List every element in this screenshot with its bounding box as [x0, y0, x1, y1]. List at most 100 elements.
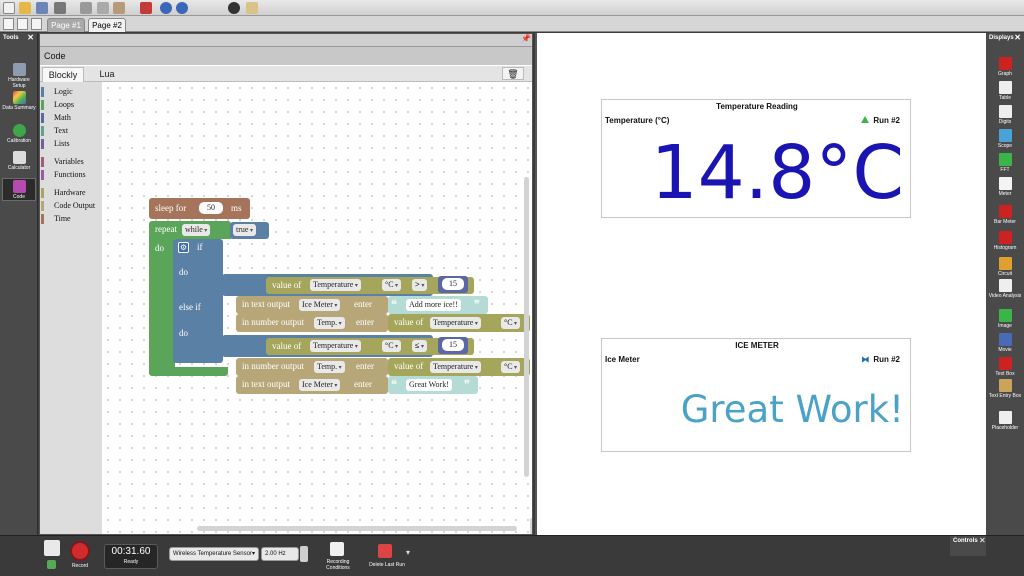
string-field[interactable]: Great Work!	[406, 379, 452, 391]
redo-icon[interactable]	[176, 2, 188, 14]
output-dropdown[interactable]: Ice Meter	[299, 379, 341, 391]
display-type-movie[interactable]: Movie	[987, 333, 1023, 353]
gear-icon[interactable]: ⚙	[178, 242, 189, 253]
repeat-while-block[interactable]: repeat while	[149, 221, 231, 239]
category-lists[interactable]: Lists	[40, 138, 102, 150]
tab-page-2[interactable]: Page #2	[88, 18, 126, 32]
threshold-field[interactable]: 15	[442, 278, 464, 290]
category-functions[interactable]: Functions	[40, 169, 102, 181]
new-file-icon[interactable]	[3, 2, 15, 14]
display-type-graph[interactable]: Graph	[987, 57, 1023, 77]
string-block[interactable]: ❝ Great Work! ❞	[388, 376, 478, 394]
sleep-block[interactable]: sleep for 50 ms	[149, 198, 250, 219]
display-type-digits[interactable]: Digits	[987, 105, 1023, 125]
live-data-icon[interactable]	[44, 540, 60, 556]
horizontal-scrollbar[interactable]	[197, 526, 517, 531]
sensor-select[interactable]: Wireless Temperature Sensor ▾	[169, 547, 259, 561]
trash-icon[interactable]: 🗑	[502, 67, 524, 80]
close-icon[interactable]: ✕	[979, 536, 986, 545]
display-type-scope[interactable]: Scope	[987, 129, 1023, 149]
sensor-dropdown[interactable]: Temperature	[310, 340, 361, 352]
number-output-block[interactable]: in number output Temp. enter	[236, 358, 388, 376]
tool-code[interactable]: Code	[2, 178, 36, 201]
number-block[interactable]: 15	[438, 276, 468, 293]
temperature-digits-display[interactable]: Temperature Reading Temperature (°C) Run…	[601, 99, 911, 218]
category-logic[interactable]: Logic	[40, 86, 102, 98]
blockly-workspace[interactable]: sleep for 50 ms repeat while do true ⚙ i…	[102, 82, 532, 534]
rate-stepper[interactable]	[300, 546, 308, 562]
display-type-meter[interactable]: Meter	[987, 177, 1023, 197]
display-type-bar-meter[interactable]: Bar Meter	[987, 205, 1023, 225]
display-type-text-box[interactable]: Text Box	[987, 357, 1023, 377]
number-output-block[interactable]: in number output Temp. enter	[236, 314, 388, 332]
delete-run-icon[interactable]	[378, 544, 392, 558]
undo-icon[interactable]	[160, 2, 172, 14]
sleep-value-field[interactable]: 50	[199, 202, 223, 214]
display-type-circuit[interactable]: Circuit	[987, 257, 1023, 277]
string-field[interactable]: Add more ice!!	[406, 299, 461, 311]
boolean-dropdown[interactable]: true	[233, 224, 256, 236]
unit-dropdown[interactable]: °C	[501, 361, 521, 373]
recording-conditions-icon[interactable]	[330, 542, 344, 556]
unit-dropdown[interactable]: °C	[382, 279, 402, 291]
category-time[interactable]: Time	[40, 213, 102, 225]
save-icon[interactable]	[36, 2, 48, 14]
number-block[interactable]: 15	[438, 337, 468, 354]
close-icon[interactable]: ✕	[1014, 33, 1021, 42]
display-type-image[interactable]: Image	[987, 309, 1023, 329]
if-else-block[interactable]: ⚙ if do else if do	[173, 239, 223, 363]
sensor-status-icon[interactable]	[47, 560, 56, 569]
display-type-fft[interactable]: FFT	[987, 153, 1023, 173]
category-text[interactable]: Text	[40, 125, 102, 137]
text-output-block[interactable]: in text output Ice Meter enter	[236, 296, 388, 314]
open-folder-icon[interactable]	[19, 2, 31, 14]
tab-page-1[interactable]: Page #1	[47, 18, 85, 32]
threshold-field[interactable]: 15	[442, 339, 464, 351]
output-dropdown[interactable]: Temp.	[314, 361, 345, 373]
tab-lua[interactable]: Lua	[90, 67, 124, 82]
sample-rate-select[interactable]: 2.00 Hz	[261, 547, 299, 561]
display-type-table[interactable]: Table	[987, 81, 1023, 101]
close-icon[interactable]: ✕	[27, 33, 34, 42]
sensor-dropdown[interactable]: Temperature	[430, 317, 481, 329]
output-dropdown[interactable]: Ice Meter	[299, 299, 341, 311]
category-math[interactable]: Math	[40, 112, 102, 124]
category-variables[interactable]: Variables	[40, 156, 102, 168]
display-type-placeholder[interactable]: Placeholder	[987, 411, 1023, 431]
pin-icon[interactable]: 📌	[521, 35, 531, 43]
category-code-output[interactable]: Code Output	[40, 200, 102, 212]
output-dropdown[interactable]: Temp.	[314, 317, 345, 329]
copy-icon[interactable]	[97, 2, 109, 14]
text-output-block[interactable]: in text output Ice Meter enter	[236, 376, 388, 394]
display-type-text-entry-box[interactable]: Text Entry Box	[987, 379, 1023, 399]
trashcan-icon[interactable]	[530, 518, 532, 534]
vertical-scrollbar[interactable]	[524, 177, 529, 477]
unit-dropdown[interactable]: °C	[382, 340, 402, 352]
display-type-histogram[interactable]: Histogram	[987, 231, 1023, 251]
code-window-titlebar[interactable]: 📌	[40, 34, 532, 47]
record-button[interactable]	[70, 541, 90, 561]
value-of-block[interactable]: value of Temperature °C	[388, 358, 530, 376]
tab-blockly[interactable]: Blockly	[42, 67, 84, 82]
notebook-icon[interactable]	[246, 2, 258, 14]
cut-icon[interactable]	[80, 2, 92, 14]
camera-icon[interactable]	[228, 2, 240, 14]
operator-dropdown[interactable]: ≤	[412, 340, 428, 352]
tool-hardware-setup[interactable]: Hardware Setup	[2, 63, 36, 89]
operator-dropdown[interactable]: >	[412, 279, 428, 291]
page-icon[interactable]	[3, 18, 14, 30]
tool-calculator[interactable]: Calculator	[2, 151, 36, 171]
sensor-dropdown[interactable]: Temperature	[430, 361, 481, 373]
tool-calibration[interactable]: Calibration	[2, 124, 36, 144]
unit-dropdown[interactable]: °C	[501, 317, 521, 329]
tool-data-summary[interactable]: Data Summary	[2, 91, 36, 111]
value-of-block[interactable]: value of Temperature °C	[388, 314, 530, 332]
true-block[interactable]: true	[230, 222, 269, 239]
print-icon[interactable]	[54, 2, 66, 14]
delete-icon[interactable]	[140, 2, 152, 14]
paste-icon[interactable]	[113, 2, 125, 14]
page-icon[interactable]	[31, 18, 42, 30]
category-loops[interactable]: Loops	[40, 99, 102, 111]
category-hardware[interactable]: Hardware	[40, 187, 102, 199]
page-icon[interactable]	[17, 18, 28, 30]
